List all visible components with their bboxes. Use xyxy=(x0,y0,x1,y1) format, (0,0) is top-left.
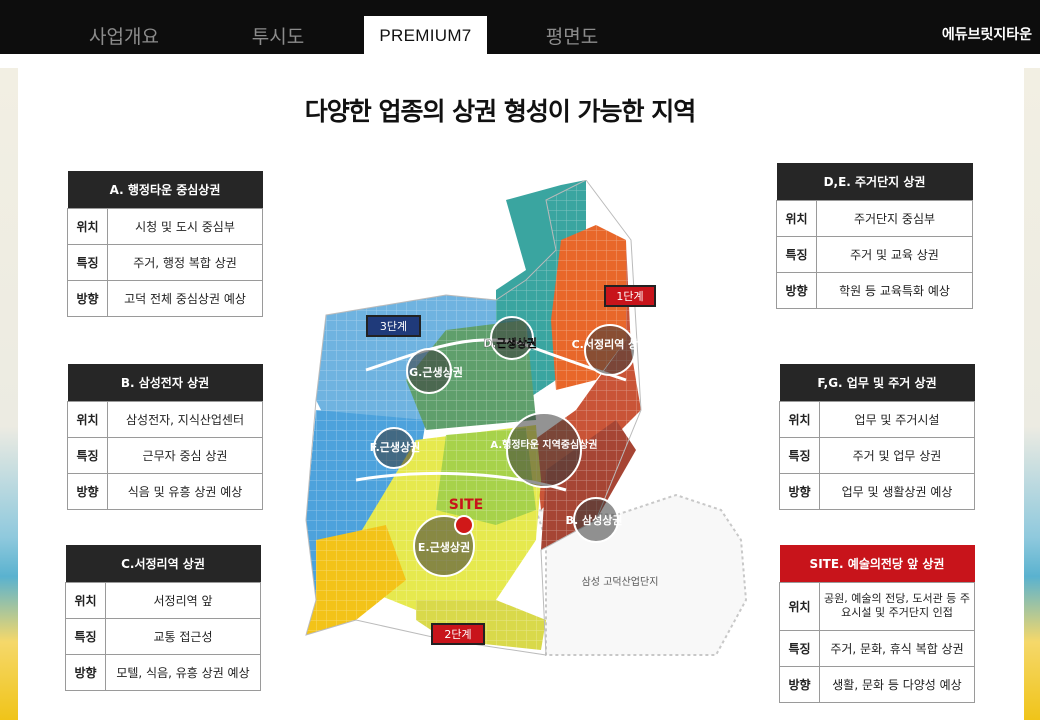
table-c-direction: 모텔, 식음, 유흥 상권 예상 xyxy=(105,653,261,691)
tab-perspective[interactable]: 투시도 xyxy=(218,0,338,54)
label-c: C.서정리역 상권 xyxy=(572,337,649,351)
site-marker[interactable] xyxy=(454,515,474,535)
tab-floor-plan[interactable]: 평면도 xyxy=(512,0,632,54)
label-location: 위치 xyxy=(67,400,108,438)
label-direction: 방향 xyxy=(779,665,820,703)
table-a-direction: 고덕 전체 중심상권 예상 xyxy=(107,279,263,317)
table-site-direction: 생활, 문화 등 다양성 예상 xyxy=(819,665,975,703)
table-c-feature: 교통 접근성 xyxy=(105,617,261,655)
page-title: 다양한 업종의 상권 형성이 가능한 지역 xyxy=(304,97,697,126)
phase-3-marker: 3단계 xyxy=(366,315,421,337)
tab-premium7[interactable]: PREMIUM7 xyxy=(364,16,487,54)
table-site-arts-center: SITE. 예술의전당 앞 상권 위치 공원, 예술의 전당, 도서관 등 주요시… xyxy=(779,545,975,703)
table-c-location: 서정리역 앞 xyxy=(105,581,261,619)
table-site-location: 공원, 예술의 전당, 도서관 등 주요시설 및 주거단지 인접 xyxy=(819,581,975,631)
label-feature: 특징 xyxy=(67,436,108,474)
label-b: B. 삼성상권 xyxy=(566,513,623,527)
table-fg-title: F,G. 업무 및 주거 상권 xyxy=(779,364,975,401)
label-location: 위치 xyxy=(65,581,106,619)
table-a-title: A. 행정타운 중심상권 xyxy=(67,171,263,208)
label-feature: 특징 xyxy=(67,243,108,281)
label-feature: 특징 xyxy=(779,436,820,474)
label-g: G.근생상권 xyxy=(409,365,463,379)
table-c-title: C.서정리역 상권 xyxy=(65,545,261,582)
table-de-location: 주거단지 중심부 xyxy=(816,199,973,237)
table-fg-location: 업무 및 주거시설 xyxy=(819,400,975,438)
label-direction: 방향 xyxy=(65,653,106,691)
table-b-feature: 근무자 중심 상권 xyxy=(107,436,263,474)
table-a-admin-town: A. 행정타운 중심상권 위치 시청 및 도시 중심부 특징 주거, 행정 복합 상… xyxy=(67,171,263,317)
table-b-location: 삼성전자, 지식산업센터 xyxy=(107,400,263,438)
table-de-title: D,E. 주거단지 상권 xyxy=(776,163,973,200)
table-fg-feature: 주거 및 업무 상권 xyxy=(819,436,975,474)
label-direction: 방향 xyxy=(67,279,108,317)
table-de-feature: 주거 및 교육 상권 xyxy=(816,235,973,273)
label-location: 위치 xyxy=(779,400,820,438)
label-d: D.근생상권 xyxy=(483,336,537,350)
label-location: 위치 xyxy=(67,207,108,245)
table-fg-business: F,G. 업무 및 주거 상권 위치 업무 및 주거시설 특징 주거 및 업무 상권… xyxy=(779,364,975,510)
table-b-direction: 식음 및 유흥 상권 예상 xyxy=(107,472,263,510)
tab-overview[interactable]: 사업개요 xyxy=(64,0,184,54)
phase-1-marker: 1단계 xyxy=(604,285,656,307)
label-direction: 방향 xyxy=(779,472,820,510)
right-decorative-strip xyxy=(1024,68,1040,720)
table-site-title: SITE. 예술의전당 앞 상권 xyxy=(779,545,975,582)
label-a: A.행정타운 지역중심상권 xyxy=(490,438,597,451)
table-de-residential: D,E. 주거단지 상권 위치 주거단지 중심부 특징 주거 및 교육 상권 방향 학… xyxy=(776,163,973,309)
table-fg-direction: 업무 및 생활상권 예상 xyxy=(819,472,975,510)
table-b-title: B. 삼성전자 상권 xyxy=(67,364,263,401)
phase-2-marker: 2단계 xyxy=(431,623,485,645)
label-location: 위치 xyxy=(776,199,817,237)
label-location: 위치 xyxy=(779,581,820,631)
samsung-complex-label: 삼성 고덕산업단지 xyxy=(582,575,659,588)
left-decorative-strip xyxy=(0,68,18,720)
table-de-direction: 학원 등 교육특화 예상 xyxy=(816,271,973,309)
label-direction: 방향 xyxy=(67,472,108,510)
table-a-location: 시청 및 도시 중심부 xyxy=(107,207,263,245)
label-feature: 특징 xyxy=(776,235,817,273)
table-site-feature: 주거, 문화, 휴식 복합 상권 xyxy=(819,629,975,667)
label-f: F.근생상권 xyxy=(370,440,421,454)
label-feature: 특징 xyxy=(65,617,106,655)
district-map: SITE D.근생상권 C.서정리역 상권 G.근생상권 F.근생상권 A.행정… xyxy=(305,180,748,656)
top-navigation-bar: 사업개요 투시도 PREMIUM7 평면도 에듀브릿지타운 xyxy=(0,0,1040,54)
label-feature: 특징 xyxy=(779,629,820,667)
table-a-feature: 주거, 행정 복합 상권 xyxy=(107,243,263,281)
table-b-samsung: B. 삼성전자 상권 위치 삼성전자, 지식산업센터 특징 근무자 중심 상권 방향… xyxy=(67,364,263,510)
label-direction: 방향 xyxy=(776,271,817,309)
table-c-seojeongri: C.서정리역 상권 위치 서정리역 앞 특징 교통 접근성 방향 모텔, 식음, 유흥… xyxy=(65,545,261,691)
brand-name: 에듀브릿지타운 xyxy=(941,27,1032,43)
label-e: E.근생상권 xyxy=(418,540,470,554)
site-label: SITE xyxy=(449,497,483,513)
